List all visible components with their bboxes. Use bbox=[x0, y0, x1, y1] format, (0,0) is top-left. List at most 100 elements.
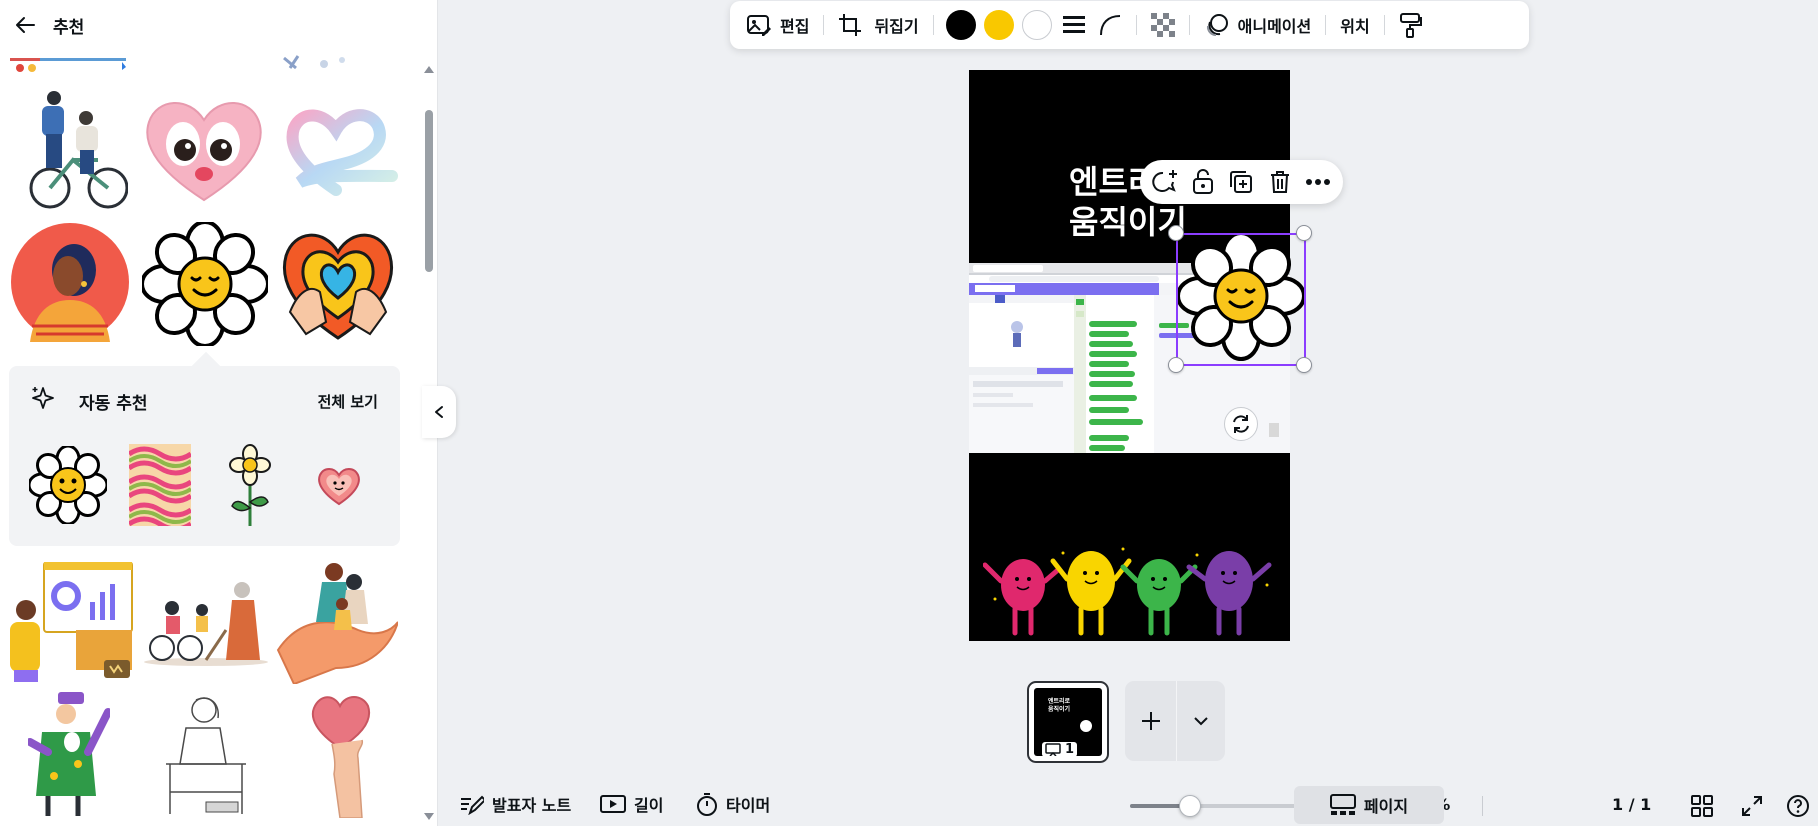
edit-label: 편집 bbox=[780, 17, 810, 36]
play-duration-icon bbox=[600, 795, 626, 813]
scroll-down-arrow-icon[interactable] bbox=[420, 812, 437, 824]
crop-button[interactable] bbox=[832, 7, 868, 43]
help-button[interactable] bbox=[1784, 792, 1812, 820]
scroll-thumb[interactable] bbox=[425, 110, 433, 272]
comment-add-icon bbox=[1152, 170, 1178, 192]
chevron-left-icon bbox=[435, 406, 443, 418]
notes-pencil-icon bbox=[461, 795, 484, 815]
toolbar-divider bbox=[1325, 15, 1327, 35]
flip-label: 뒤집기 bbox=[874, 17, 919, 36]
sticker-smiling-heart[interactable] bbox=[317, 466, 361, 506]
transparency-button[interactable] bbox=[1145, 7, 1181, 43]
sticker-family-playing[interactable] bbox=[142, 580, 270, 666]
pages-label: 페이지 bbox=[1363, 797, 1409, 816]
sticker-daisy-stem[interactable] bbox=[227, 444, 273, 528]
view-all-link[interactable]: 전체 보기 bbox=[318, 391, 378, 412]
speaker-notes-button[interactable]: 발표자 노트 bbox=[460, 792, 571, 816]
rotate-button[interactable] bbox=[1224, 407, 1258, 441]
trash-icon bbox=[1270, 171, 1289, 193]
speaker-notes-label: 발표자 노트 bbox=[492, 796, 572, 815]
timer-label: 타이머 bbox=[726, 796, 771, 815]
grid-view-button[interactable] bbox=[1688, 792, 1716, 820]
toolbar-divider bbox=[1383, 15, 1385, 35]
back-button[interactable] bbox=[10, 10, 40, 40]
corner-rounding-icon bbox=[1099, 15, 1120, 36]
panel-header: 추천 bbox=[0, 0, 437, 50]
edit-image-button[interactable]: 편집 bbox=[740, 7, 815, 43]
rotate-icon bbox=[1233, 415, 1249, 433]
plus-icon bbox=[1141, 712, 1160, 730]
panel-scrollbar[interactable] bbox=[420, 60, 437, 826]
lock-button[interactable] bbox=[1188, 167, 1218, 197]
page-thumbnail-preview: 엔트리로 움직이기 1 bbox=[1034, 688, 1102, 756]
resize-handle-bottom-right[interactable] bbox=[1296, 357, 1312, 373]
contextual-toolbar: 편집 뒤집기 애니메이션 위치 bbox=[730, 1, 1529, 49]
image-edit-icon bbox=[747, 15, 771, 36]
sticker-student-desk[interactable] bbox=[156, 692, 256, 818]
fullscreen-button[interactable] bbox=[1738, 792, 1766, 820]
paint-roller-icon bbox=[1399, 13, 1422, 38]
help-circle-icon bbox=[1787, 795, 1809, 817]
pages-view-button[interactable]: 페이지 bbox=[1294, 786, 1444, 824]
add-page-options-button[interactable] bbox=[1177, 681, 1225, 761]
sticker-family-in-hand[interactable] bbox=[276, 560, 398, 684]
sticker-hand-illustration[interactable] bbox=[28, 692, 110, 818]
timer-button[interactable]: 타이머 bbox=[696, 792, 770, 816]
bottom-divider bbox=[1482, 796, 1483, 816]
zoom-slider-handle[interactable] bbox=[1179, 795, 1201, 817]
border-style-icon bbox=[1062, 16, 1085, 33]
sticker-bicycle-couple[interactable] bbox=[28, 88, 128, 214]
pages-layout-icon bbox=[1329, 794, 1356, 815]
flip-button[interactable]: 뒤집기 bbox=[868, 7, 924, 43]
auto-recommend-section: 자동 추천 전체 보기 bbox=[9, 366, 400, 546]
arrow-left-icon bbox=[16, 17, 35, 33]
position-label: 위치 bbox=[1340, 17, 1370, 36]
more-options-button[interactable] bbox=[1303, 167, 1333, 197]
resize-handle-bottom-left[interactable] bbox=[1168, 357, 1184, 373]
duration-label: 길이 bbox=[634, 796, 664, 815]
auto-recommend-title: 자동 추천 bbox=[79, 394, 148, 414]
expand-icon bbox=[1742, 796, 1762, 816]
color-swatch-white[interactable] bbox=[1021, 10, 1052, 40]
duration-button[interactable]: 길이 bbox=[600, 792, 663, 816]
comment-button[interactable] bbox=[1150, 167, 1180, 197]
sticker-thumbnail[interactable] bbox=[282, 52, 364, 72]
page-thumbnail-label: 1 bbox=[1042, 742, 1078, 756]
page-thumbnail-1[interactable]: 엔트리로 움직이기 1 bbox=[1027, 681, 1109, 763]
resize-handle-top-right[interactable] bbox=[1296, 225, 1312, 241]
border-style-button[interactable] bbox=[1056, 7, 1092, 43]
element-quick-actions bbox=[1140, 160, 1343, 204]
happy-creatures-illustration[interactable] bbox=[983, 545, 1276, 637]
sticker-holographic-heart[interactable] bbox=[280, 104, 398, 196]
delete-button[interactable] bbox=[1265, 167, 1295, 197]
resize-handle-top-left[interactable] bbox=[1168, 225, 1184, 241]
add-page-control bbox=[1125, 681, 1225, 761]
sticker-thumbnail[interactable] bbox=[10, 56, 126, 74]
animate-button[interactable]: 애니메이션 bbox=[1198, 7, 1318, 43]
sticker-data-analyst[interactable] bbox=[10, 562, 134, 684]
color-swatch-black[interactable] bbox=[945, 10, 976, 40]
unlock-icon bbox=[1193, 169, 1214, 194]
page-thumbnail-daisy bbox=[1078, 718, 1094, 734]
selection-frame bbox=[1176, 233, 1306, 366]
sticker-hand-holding-heart[interactable] bbox=[308, 692, 374, 818]
add-page-button[interactable] bbox=[1125, 681, 1177, 761]
copy-style-button[interactable] bbox=[1393, 7, 1429, 43]
sticker-pink-heart-face[interactable] bbox=[141, 94, 267, 204]
sticker-woman-portrait[interactable] bbox=[10, 222, 130, 342]
duplicate-icon bbox=[1230, 171, 1253, 193]
scroll-up-arrow-icon[interactable] bbox=[420, 64, 437, 76]
sticker-smiley-flower[interactable] bbox=[29, 446, 107, 524]
chevron-down-icon bbox=[1194, 717, 1208, 726]
corner-rounding-button[interactable] bbox=[1092, 7, 1128, 43]
color-swatch-yellow[interactable] bbox=[983, 10, 1014, 40]
sticker-hands-heart[interactable] bbox=[276, 222, 400, 346]
duplicate-button[interactable] bbox=[1226, 167, 1256, 197]
sticker-smiling-daisy[interactable] bbox=[142, 222, 268, 346]
transparency-icon bbox=[1150, 13, 1175, 37]
collapse-panel-button[interactable] bbox=[422, 386, 456, 438]
position-button[interactable]: 위치 bbox=[1334, 7, 1375, 43]
presentation-icon bbox=[1045, 742, 1061, 756]
page-count: 1 / 1 bbox=[1612, 795, 1652, 814]
sticker-wavy-pattern[interactable] bbox=[129, 444, 191, 526]
